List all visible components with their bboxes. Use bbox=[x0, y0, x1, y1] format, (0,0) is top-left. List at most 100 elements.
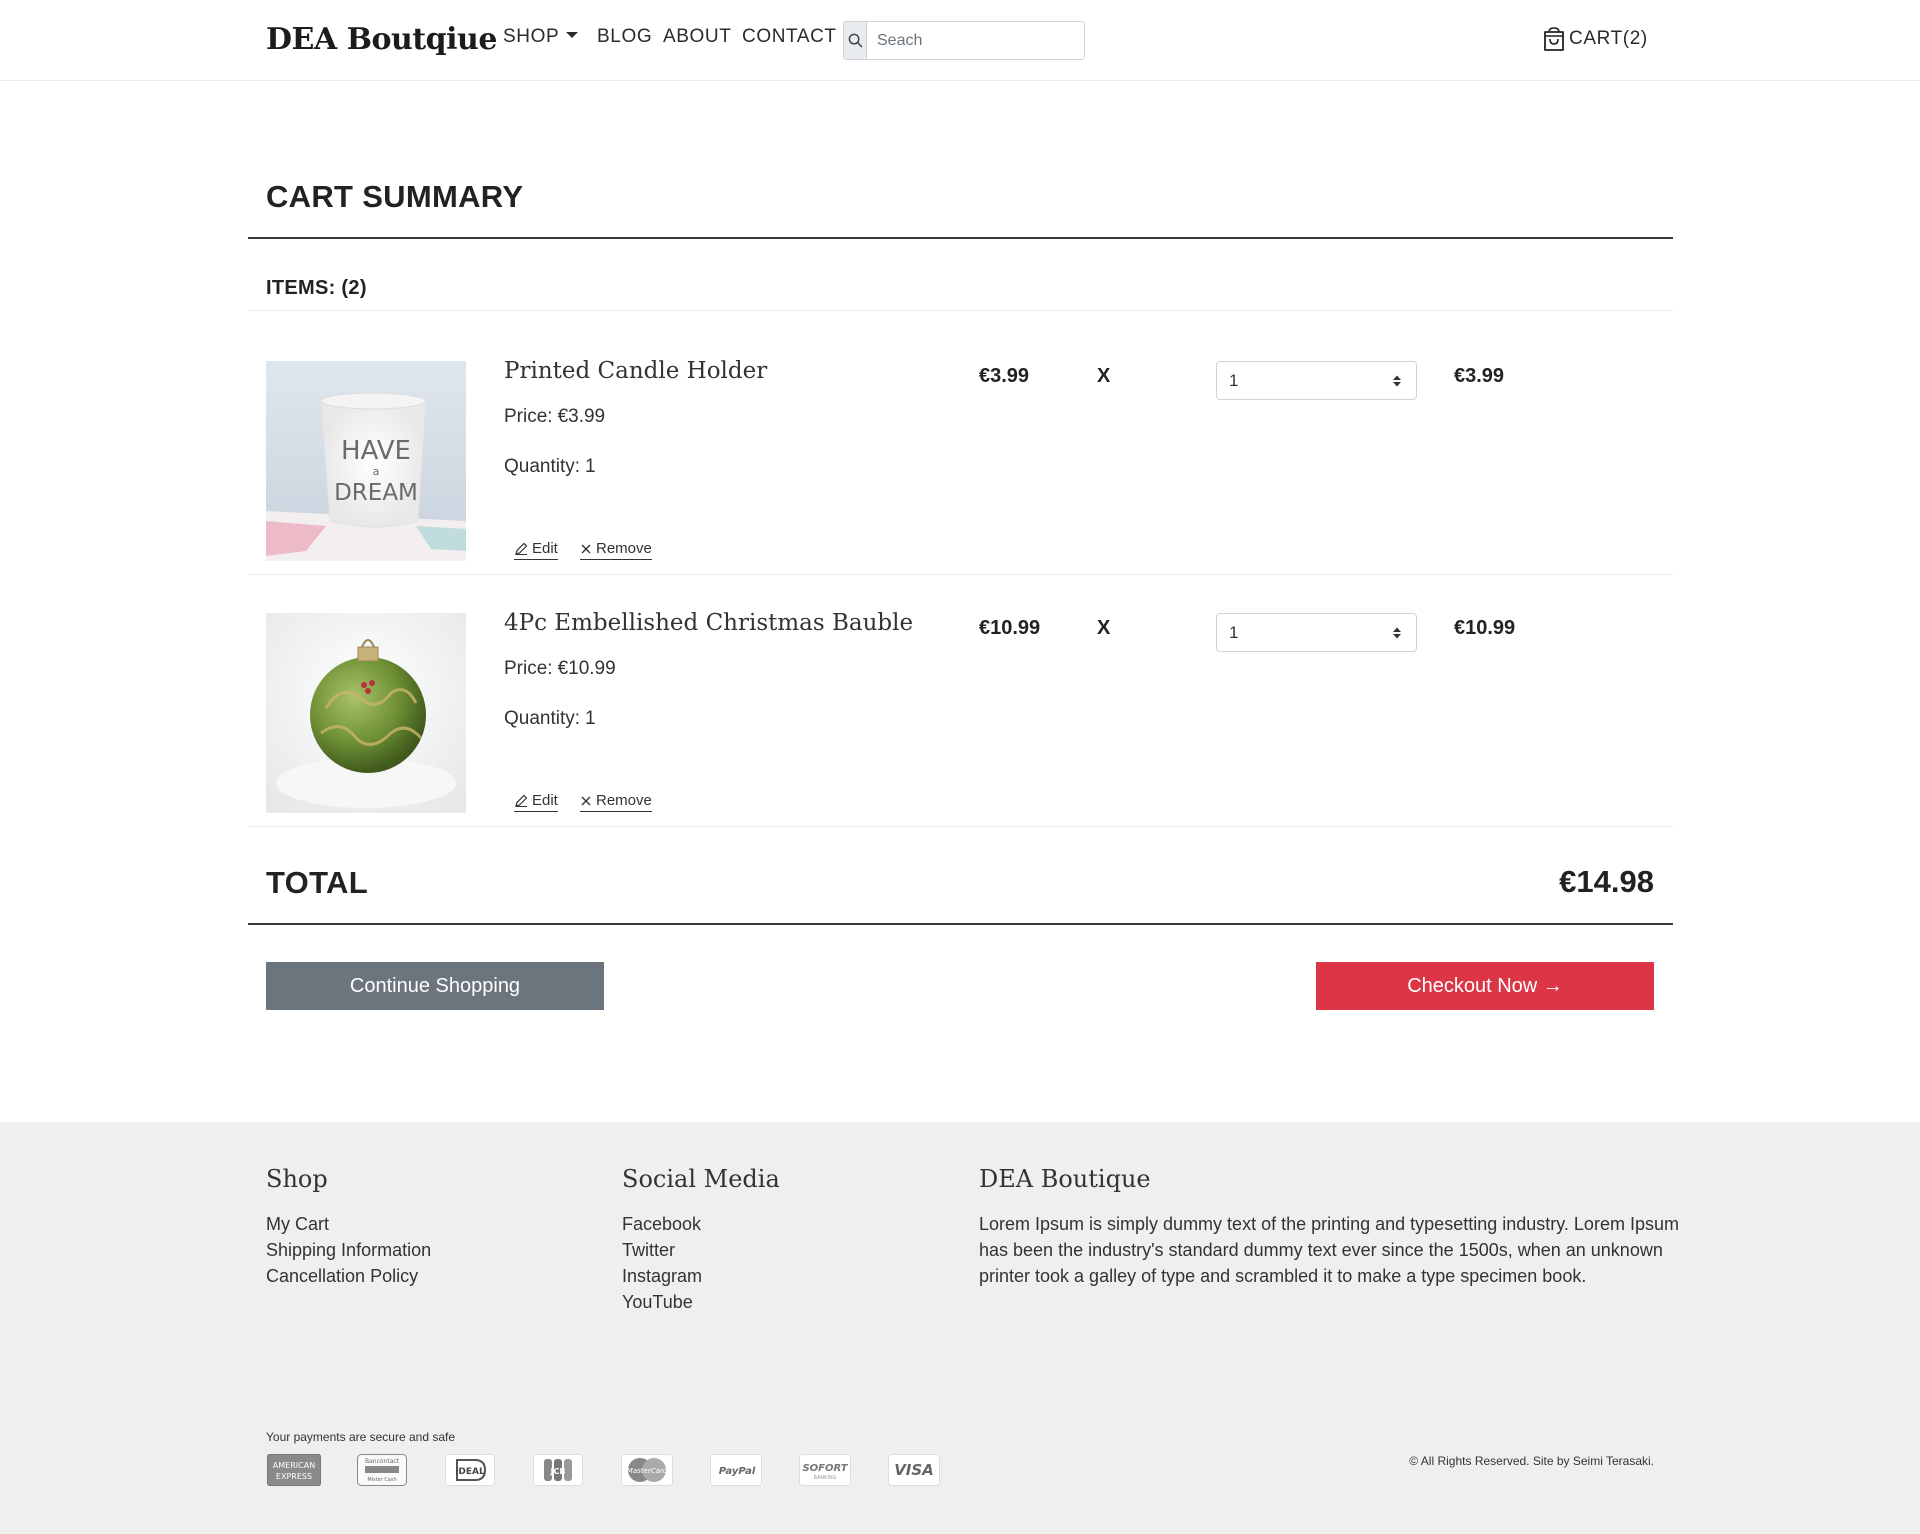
amex-text-2: EXPRESS bbox=[276, 1472, 312, 1481]
mastercard-icon: MasterCard bbox=[619, 1453, 675, 1487]
price-value: €3.99 bbox=[557, 406, 606, 427]
quantity-value: 1 bbox=[585, 708, 596, 729]
cart-count: (2) bbox=[1622, 28, 1648, 49]
search-input[interactable] bbox=[867, 22, 1084, 59]
edit-label: Edit bbox=[532, 792, 558, 809]
edit-link[interactable]: Edit bbox=[514, 792, 558, 812]
jcb-icon: JCB bbox=[530, 1453, 586, 1487]
item-name[interactable]: Printed Candle Holder bbox=[504, 358, 767, 384]
checkout-button[interactable]: Checkout Now → bbox=[1316, 962, 1654, 1010]
cart-link[interactable]: CART (2) bbox=[1542, 26, 1648, 52]
candle-text-have: HAVE bbox=[341, 436, 411, 466]
footer-shop-links: My Cart Shipping Information Cancellatio… bbox=[266, 1211, 431, 1289]
caret-down-icon bbox=[566, 31, 579, 38]
search-button[interactable] bbox=[844, 22, 867, 59]
candle-text-a: a bbox=[373, 465, 380, 478]
quantity-label: Quantity: bbox=[504, 456, 581, 477]
price-label: Price: bbox=[504, 406, 553, 427]
line-total: €3.99 bbox=[1454, 365, 1505, 387]
jcb-text: JCB bbox=[550, 1467, 566, 1476]
total-value: €14.98 bbox=[1559, 864, 1654, 899]
mastercard-text: MasterCard bbox=[627, 1467, 668, 1475]
footer-social-heading: Social Media bbox=[622, 1165, 780, 1193]
quantity-value: 1 bbox=[585, 456, 596, 477]
footer-about-heading: DEA Boutique bbox=[979, 1165, 1151, 1193]
quantity-label: Quantity: bbox=[504, 708, 581, 729]
close-icon bbox=[581, 796, 591, 805]
footer-link-twitter[interactable]: Twitter bbox=[622, 1237, 702, 1263]
quantity-select-value: 1 bbox=[1229, 622, 1239, 642]
price-label: Price: bbox=[504, 658, 553, 679]
search-group bbox=[843, 21, 1085, 60]
edit-label: Edit bbox=[532, 540, 558, 557]
item-image-candle-holder[interactable]: HAVE a DREAM bbox=[266, 361, 466, 561]
divider bbox=[248, 310, 1673, 311]
sofort-text-1: SOFORT bbox=[802, 1463, 848, 1474]
amex-text-1: AMERICAN bbox=[273, 1461, 315, 1470]
divider bbox=[248, 923, 1673, 925]
brand-logo[interactable]: DEA Boutqiue bbox=[266, 22, 497, 57]
select-arrows-icon bbox=[1393, 627, 1401, 639]
search-icon bbox=[848, 33, 862, 48]
total-label: TOTAL bbox=[266, 865, 368, 900]
sofort-text-2: BANKING bbox=[814, 1475, 837, 1481]
unit-price: €10.99 bbox=[979, 617, 1041, 639]
price-value: €10.99 bbox=[557, 658, 616, 679]
footer-link-my-cart[interactable]: My Cart bbox=[266, 1211, 431, 1237]
quantity-select[interactable]: 1 bbox=[1216, 361, 1417, 400]
select-arrows-icon bbox=[1393, 375, 1401, 387]
item-name[interactable]: 4Pc Embellished Christmas Bauble bbox=[504, 610, 913, 636]
nav-about[interactable]: ABOUT bbox=[663, 26, 731, 48]
pencil-icon bbox=[515, 794, 528, 807]
nav-shop-dropdown[interactable]: SHOP bbox=[503, 26, 579, 48]
ideal-text: iDEAL bbox=[455, 1467, 485, 1477]
nav-shop-label: SHOP bbox=[503, 26, 560, 47]
footer-link-instagram[interactable]: Instagram bbox=[622, 1263, 702, 1289]
item-quantity-line: Quantity: 1 bbox=[504, 708, 596, 730]
footer-link-facebook[interactable]: Facebook bbox=[622, 1211, 702, 1237]
line-total: €10.99 bbox=[1454, 617, 1516, 639]
footer-about-text: Lorem Ipsum is simply dummy text of the … bbox=[979, 1214, 1679, 1286]
copyright-text: © All Rights Reserved. Site by Seimi Ter… bbox=[1409, 1454, 1654, 1468]
footer-social-links: Facebook Twitter Instagram YouTube bbox=[622, 1211, 702, 1315]
quantity-select[interactable]: 1 bbox=[1216, 613, 1417, 652]
sofort-icon: SOFORT BANKING bbox=[797, 1453, 853, 1487]
unit-price: €3.99 bbox=[979, 365, 1030, 387]
edit-link[interactable]: Edit bbox=[514, 540, 558, 560]
divider bbox=[248, 237, 1673, 239]
visa-icon: VISA bbox=[886, 1453, 942, 1487]
close-icon bbox=[581, 544, 591, 553]
bancontact-text-2: Mister Cash bbox=[367, 1477, 396, 1483]
footer-shop-heading: Shop bbox=[266, 1165, 328, 1193]
nav-contact[interactable]: CONTACT bbox=[742, 26, 837, 48]
footer-link-youtube[interactable]: YouTube bbox=[622, 1289, 702, 1315]
paypal-text: PayPal bbox=[719, 1466, 756, 1477]
multiply-sign: X bbox=[1097, 365, 1111, 387]
remove-label: Remove bbox=[596, 792, 652, 809]
cart-title: CART SUMMARY bbox=[266, 179, 524, 214]
multiply-sign: X bbox=[1097, 617, 1111, 639]
cart-label: CART bbox=[1569, 28, 1623, 49]
item-price-line: Price: €3.99 bbox=[504, 406, 605, 428]
divider bbox=[248, 826, 1673, 827]
navbar: DEA Boutqiue SHOP BLOG ABOUT CONTACT CAR… bbox=[0, 0, 1920, 81]
quantity-select-value: 1 bbox=[1229, 370, 1239, 390]
item-price-line: Price: €10.99 bbox=[504, 658, 616, 680]
nav-blog[interactable]: BLOG bbox=[597, 26, 652, 48]
continue-shopping-button[interactable]: Continue Shopping bbox=[266, 962, 604, 1010]
remove-link[interactable]: Remove bbox=[580, 792, 652, 812]
footer-link-cancellation-policy[interactable]: Cancellation Policy bbox=[266, 1263, 431, 1289]
candle-text-dream: DREAM bbox=[334, 480, 418, 506]
bancontact-icon: Bancontact Mister Cash bbox=[354, 1453, 410, 1487]
remove-label: Remove bbox=[596, 540, 652, 557]
items-count: ITEMS: (2) bbox=[266, 277, 367, 299]
visa-text: VISA bbox=[894, 1461, 934, 1479]
secure-payments-text: Your payments are secure and safe bbox=[266, 1430, 456, 1444]
item-image-christmas-bauble[interactable] bbox=[266, 613, 466, 813]
bancontact-text-1: Bancontact bbox=[365, 1458, 400, 1465]
item-quantity-line: Quantity: 1 bbox=[504, 456, 596, 478]
remove-link[interactable]: Remove bbox=[580, 540, 652, 560]
footer-link-shipping-information[interactable]: Shipping Information bbox=[266, 1237, 431, 1263]
american-express-icon: AMERICAN EXPRESS bbox=[266, 1453, 322, 1487]
pencil-icon bbox=[515, 542, 528, 555]
